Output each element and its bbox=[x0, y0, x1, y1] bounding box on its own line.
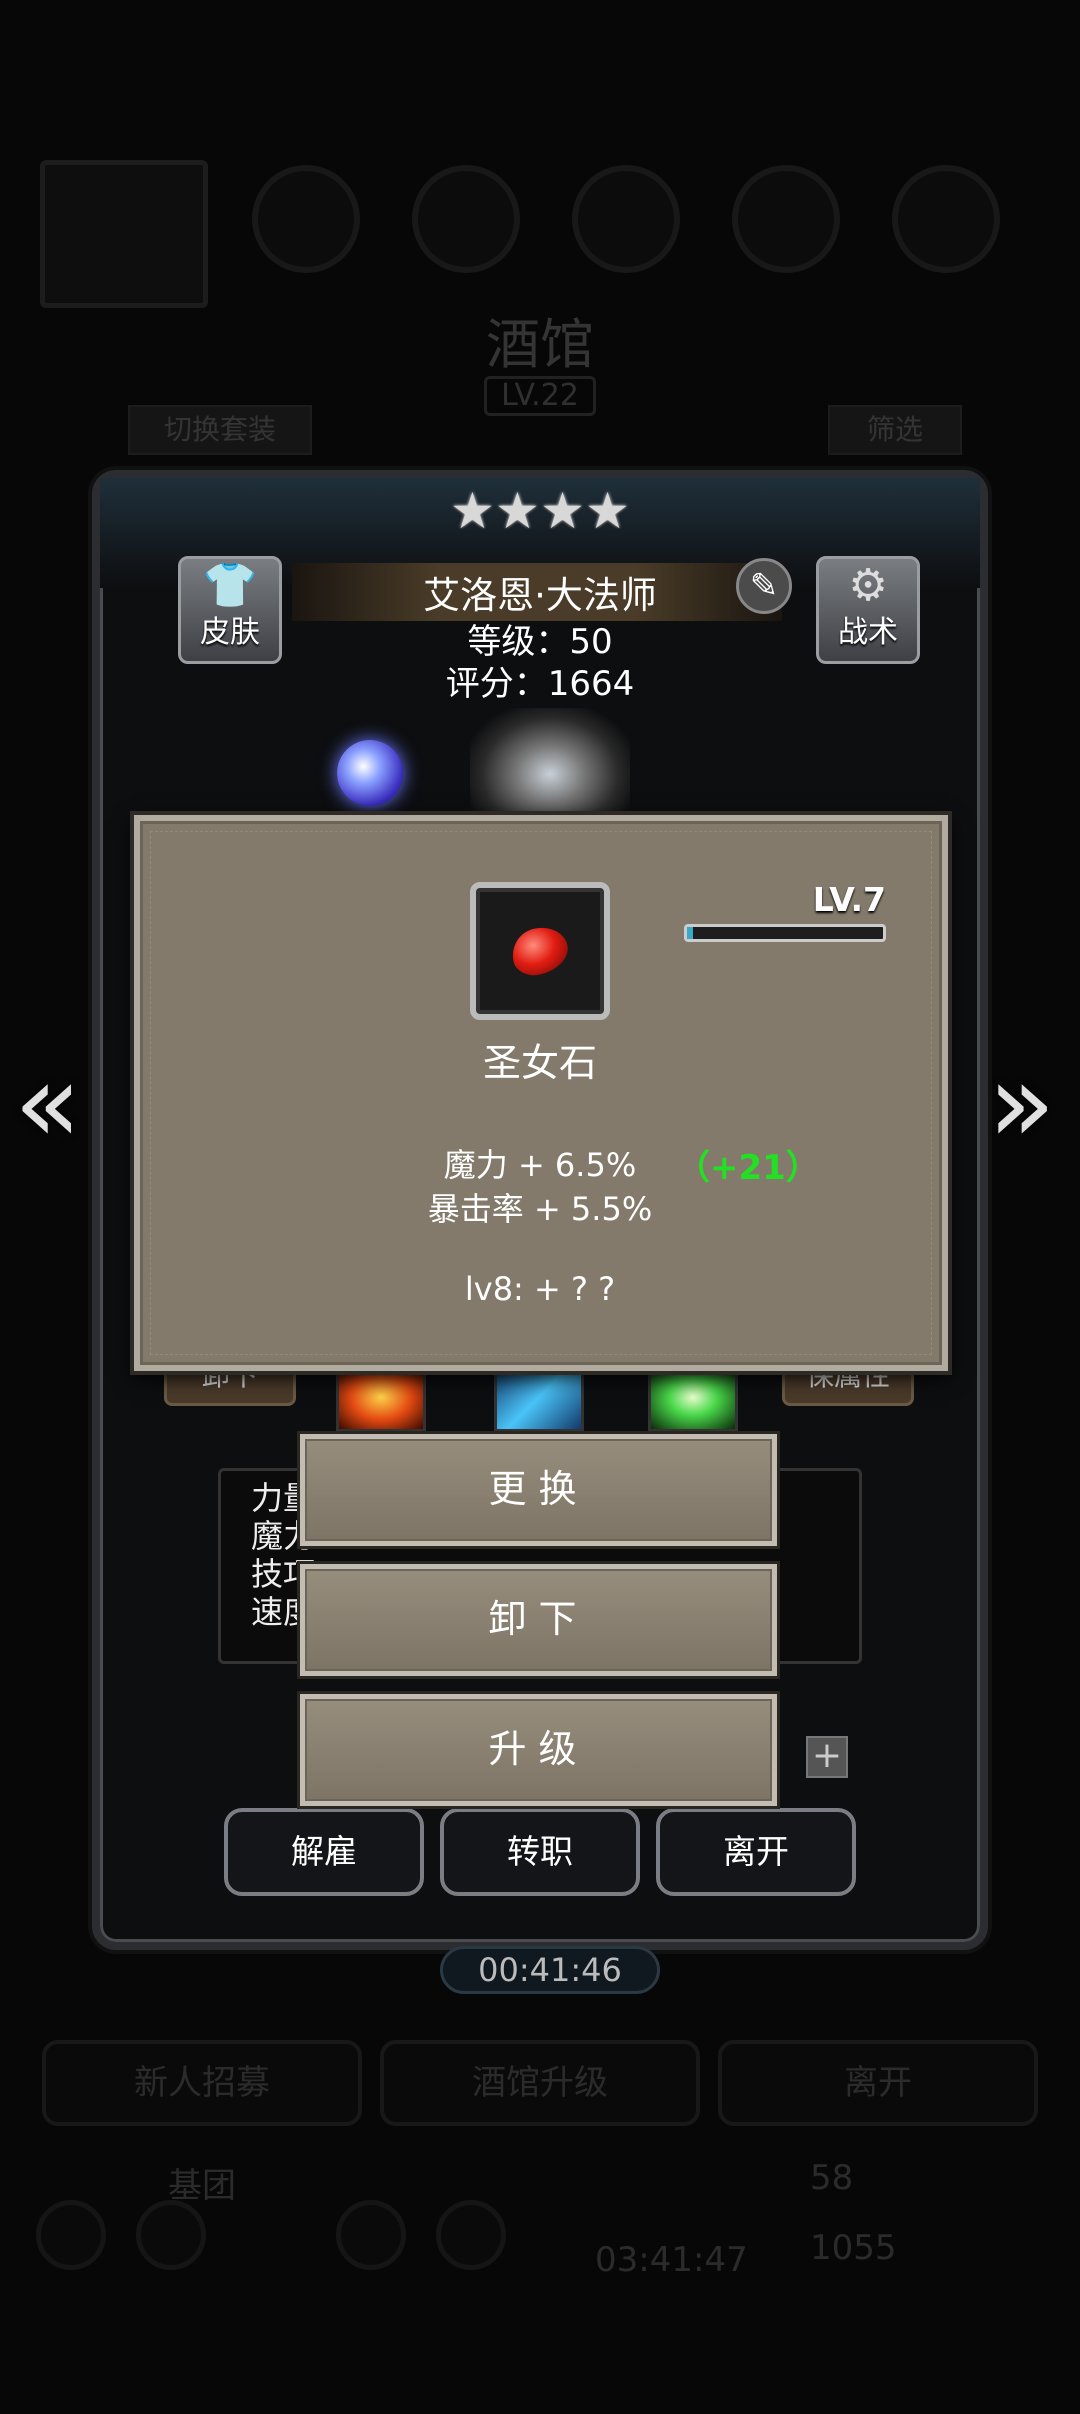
next-level-preview: lv8: + ? ? bbox=[464, 1270, 616, 1308]
filter-button: 筛选 bbox=[828, 405, 962, 455]
hero-character bbox=[470, 708, 630, 818]
recruit-button: 新人招募 bbox=[42, 2040, 362, 2126]
ice-skill-icon[interactable] bbox=[494, 1362, 584, 1432]
nature-skill-icon[interactable] bbox=[648, 1362, 738, 1432]
fire-hero-button[interactable]: 解雇 bbox=[224, 1808, 424, 1896]
group-label: 基团 bbox=[168, 2166, 236, 2206]
class-icon bbox=[252, 165, 360, 273]
item-level: LV.7 bbox=[812, 880, 886, 919]
unequip-button[interactable]: 卸下 bbox=[300, 1564, 777, 1676]
class-icon bbox=[892, 165, 1000, 273]
transfer-class-button[interactable]: 转职 bbox=[440, 1808, 640, 1896]
bottom-timer: 03:41:47 bbox=[595, 2240, 748, 2280]
attr-magic-bonus: （+21） bbox=[676, 1148, 820, 1188]
menu-icon bbox=[336, 2200, 406, 2270]
upgrade-tavern-button: 酒馆升级 bbox=[380, 2040, 700, 2126]
class-icon bbox=[572, 165, 680, 273]
fire-skill-icon[interactable] bbox=[336, 1362, 426, 1432]
hero-portrait-thumb bbox=[40, 160, 208, 308]
star-icon: ★ bbox=[585, 482, 630, 540]
item-slot bbox=[470, 882, 610, 1020]
chevron-left-icon[interactable]: « bbox=[14, 1048, 81, 1158]
star-icon: ★ bbox=[450, 482, 495, 540]
hero-score: 评分：1664 bbox=[445, 664, 635, 704]
upgrade-button[interactable]: 升级 bbox=[300, 1694, 777, 1806]
tactics-button[interactable]: ⚙ 战术 bbox=[816, 556, 920, 664]
class-icon bbox=[412, 165, 520, 273]
menu-icon bbox=[36, 2200, 106, 2270]
currency-2: 1055 bbox=[810, 2228, 897, 2268]
item-xp-fill bbox=[687, 927, 693, 939]
tavern-title: 酒馆 bbox=[486, 313, 594, 376]
replace-button[interactable]: 更换 bbox=[300, 1434, 777, 1546]
leave-tavern-button: 离开 bbox=[718, 2040, 1038, 2126]
menu-icon bbox=[436, 2200, 506, 2270]
item-name: 圣女石 bbox=[482, 1041, 597, 1085]
leave-button[interactable]: 离开 bbox=[656, 1808, 856, 1896]
attr-crit: 暴击率 + 5.5% bbox=[427, 1190, 653, 1228]
class-icon bbox=[732, 165, 840, 273]
star-icon: ★ bbox=[540, 482, 585, 540]
menu-icon bbox=[136, 2200, 206, 2270]
tavern-level: LV.22 bbox=[484, 376, 596, 416]
star-rating: ★ ★ ★ ★ bbox=[450, 482, 630, 542]
gear-icon: ⚙ bbox=[848, 560, 888, 611]
shirt-icon: 👕 bbox=[202, 560, 258, 611]
item-xp-bar bbox=[684, 924, 886, 942]
red-gem-icon bbox=[507, 922, 573, 980]
skin-label: 皮肤 bbox=[200, 615, 260, 650]
timer: 00:41:46 bbox=[440, 1946, 660, 1994]
skin-button[interactable]: 👕 皮肤 bbox=[178, 556, 282, 664]
plus-icon[interactable]: + bbox=[806, 1736, 848, 1778]
magic-orb bbox=[337, 740, 403, 806]
switch-set-button: 切换套装 bbox=[128, 405, 312, 455]
chevron-right-icon[interactable]: » bbox=[988, 1048, 1055, 1158]
hero-name: 艾洛恩·大法师 bbox=[423, 574, 657, 617]
currency-1: 58 bbox=[810, 2158, 854, 2198]
edit-icon[interactable]: ✎ bbox=[736, 558, 792, 614]
star-icon: ★ bbox=[495, 482, 540, 540]
tactics-label: 战术 bbox=[838, 615, 898, 650]
